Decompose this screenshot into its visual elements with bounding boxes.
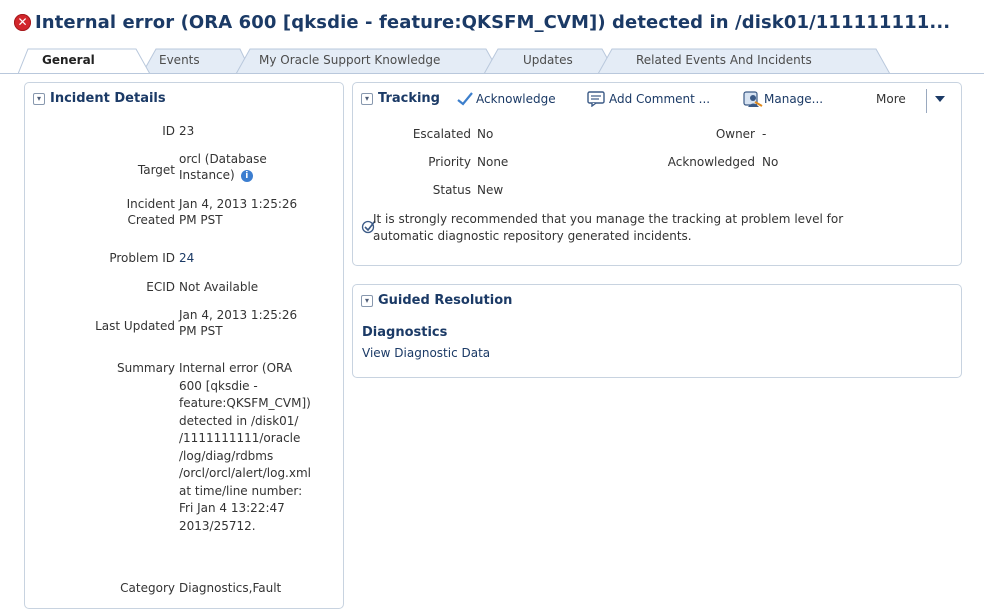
- ecid-value: Not Available: [179, 280, 259, 294]
- tracking-header[interactable]: ▾ Tracking: [361, 91, 440, 106]
- incident-created-value: Jan 4, 2013 1:25:26 PM PST: [179, 197, 298, 227]
- incident-created-label: Incident Created: [126, 197, 175, 227]
- more-menu-button[interactable]: More: [876, 92, 906, 106]
- toolbar-separator: [926, 89, 927, 113]
- problem-id-label: Problem ID: [109, 251, 175, 265]
- guided-resolution-panel: ▾ Guided Resolution Diagnostics View Dia…: [352, 284, 962, 378]
- summary-line: Internal error (ORA: [179, 361, 293, 375]
- guided-resolution-header[interactable]: ▾ Guided Resolution: [361, 293, 512, 308]
- page-header: ✕ Internal error (ORA 600 [qksdie - feat…: [14, 6, 950, 38]
- target-label: Target: [137, 163, 175, 177]
- id-label: ID: [162, 124, 175, 138]
- tab-my-oracle-support-knowledge[interactable]: My Oracle Support Knowledge: [259, 53, 440, 67]
- collapse-chevron-icon[interactable]: ▾: [361, 294, 373, 307]
- checkmark-icon: [457, 92, 473, 106]
- status-label: Status: [432, 183, 471, 197]
- ecid-label: ECID: [146, 280, 175, 294]
- summary-line: /1111111111/oracle: [179, 431, 301, 445]
- tab-general[interactable]: General: [42, 53, 95, 67]
- tab-updates[interactable]: Updates: [523, 53, 573, 67]
- summary-line: 2013/25712.: [179, 518, 256, 533]
- tracking-title: Tracking: [378, 91, 440, 106]
- more-dropdown-icon[interactable]: [935, 95, 945, 103]
- owner-label: Owner: [715, 127, 755, 141]
- tab-divider: [0, 73, 984, 74]
- summary-line: /log/diag/rdbms: [179, 448, 274, 463]
- collapse-chevron-icon[interactable]: ▾: [33, 92, 45, 105]
- summary-line: /orcl/orcl/alert/log.xml: [179, 466, 311, 480]
- category-label: Category: [120, 581, 175, 595]
- escalated-value: No: [477, 127, 494, 141]
- info-icon[interactable]: i: [240, 169, 253, 182]
- owner-value: -: [762, 127, 767, 141]
- tab-bar: General Events My Oracle Support Knowled…: [18, 48, 978, 74]
- incident-details-panel: ▾ Incident Details ID 23 Target orcl (Da…: [24, 82, 344, 609]
- acknowledged-label: Acknowledged: [667, 155, 755, 169]
- guided-resolution-title: Guided Resolution: [378, 293, 513, 308]
- target-type: Instance): [179, 168, 235, 182]
- id-value: 23: [179, 124, 195, 138]
- error-icon: ✕: [14, 13, 31, 31]
- manage-people-icon: [743, 91, 763, 107]
- problem-id-link[interactable]: 24: [179, 250, 194, 266]
- incident-details-header[interactable]: ▾ Incident Details: [33, 91, 166, 106]
- summary-line: feature:QKSFM_CVM]): [179, 396, 311, 410]
- summary-line: Fri Jan 4 13:22:47: [179, 501, 285, 515]
- view-diagnostic-data-link[interactable]: View Diagnostic Data: [362, 346, 490, 360]
- priority-label: Priority: [428, 155, 471, 169]
- escalated-label: Escalated: [412, 127, 471, 141]
- tab-related-events-and-incidents[interactable]: Related Events And Incidents: [636, 53, 812, 67]
- tab-events[interactable]: Events: [159, 53, 200, 67]
- collapse-chevron-icon[interactable]: ▾: [361, 92, 373, 105]
- comment-icon: [587, 91, 605, 107]
- summary-value: Internal error (ORA 600 [qksdie - feature:…: [179, 360, 311, 535]
- summary-line: at time/line number:: [179, 483, 303, 498]
- last-updated-value: Jan 4, 2013 1:25:26 PM PST: [179, 308, 298, 338]
- manage-button[interactable]: Manage...: [743, 90, 823, 108]
- tracking-panel: ▾ Tracking Acknowledge Add Comment ... M…: [352, 82, 962, 266]
- summary-line: detected in /disk01/: [179, 413, 299, 428]
- acknowledged-value: No: [762, 155, 779, 169]
- summary-label: Summary: [117, 361, 175, 375]
- last-updated-label: Last Updated: [95, 319, 175, 333]
- target-value[interactable]: orcl (Database Instance) i: [179, 151, 267, 183]
- category-value: Diagnostics,Fault: [179, 581, 282, 595]
- incident-details-title: Incident Details: [50, 91, 166, 106]
- page-title: Internal error (ORA 600 [qksdie - featur…: [35, 11, 951, 33]
- status-value: New: [477, 183, 504, 197]
- priority-value: None: [477, 155, 509, 169]
- target-link[interactable]: orcl (Database: [179, 152, 267, 166]
- summary-line: 600 [qksdie -: [179, 378, 258, 393]
- diagnostics-heading: Diagnostics: [362, 325, 448, 340]
- add-comment-button[interactable]: Add Comment ...: [587, 91, 710, 107]
- acknowledge-button[interactable]: Acknowledge: [457, 92, 556, 106]
